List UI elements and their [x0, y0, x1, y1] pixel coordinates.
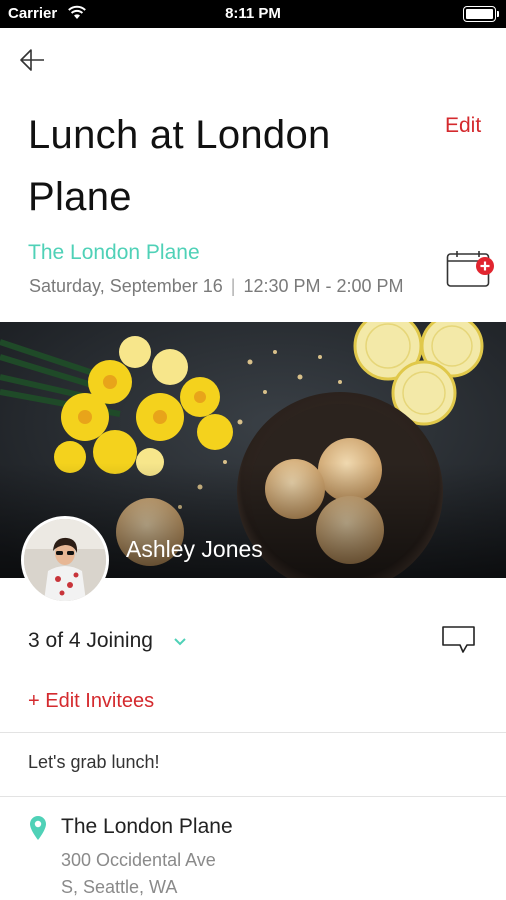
datetime-separator: |: [230, 276, 236, 296]
edit-event-button[interactable]: Edit: [445, 114, 481, 138]
add-to-calendar-button[interactable]: [446, 250, 496, 290]
joining-count: 3 of 4 Joining: [28, 629, 153, 652]
status-bar: Carrier 8:11 PM: [0, 0, 506, 28]
host-name[interactable]: Ashley Jones: [126, 536, 263, 563]
event-date: Saturday, September 16: [29, 276, 223, 296]
event-datetime: Saturday, September 16 | 12:30 PM - 2:00 P…: [29, 276, 404, 297]
location-name[interactable]: The London Plane: [61, 815, 233, 839]
location-pin-icon: [29, 815, 47, 841]
address-line-2: S, Seattle, WA: [61, 877, 178, 897]
event-time: 12:30 PM - 2:00 PM: [243, 276, 404, 296]
calendar-add-icon: [446, 251, 494, 287]
venue-link[interactable]: The London Plane: [28, 241, 200, 265]
divider: [0, 732, 506, 733]
back-arrow-icon: [20, 49, 44, 71]
location-address[interactable]: 300 Occidental Ave S, Seattle, WA: [61, 847, 216, 900]
joining-dropdown[interactable]: 3 of 4 Joining: [28, 629, 187, 653]
status-time: 8:11 PM: [225, 5, 281, 22]
address-line-1: 300 Occidental Ave: [61, 850, 216, 870]
chat-bubble-icon: [442, 626, 475, 653]
edit-invitees-button[interactable]: + Edit Invitees: [28, 690, 154, 713]
comment-button[interactable]: [440, 624, 478, 656]
chevron-down-icon: [173, 629, 187, 653]
divider: [0, 796, 506, 797]
host-avatar[interactable]: [21, 516, 109, 604]
back-button[interactable]: [16, 44, 50, 76]
battery-icon: [463, 6, 499, 22]
event-title: Lunch at London Plane: [28, 113, 331, 219]
event-note: Let's grab lunch!: [28, 752, 160, 772]
